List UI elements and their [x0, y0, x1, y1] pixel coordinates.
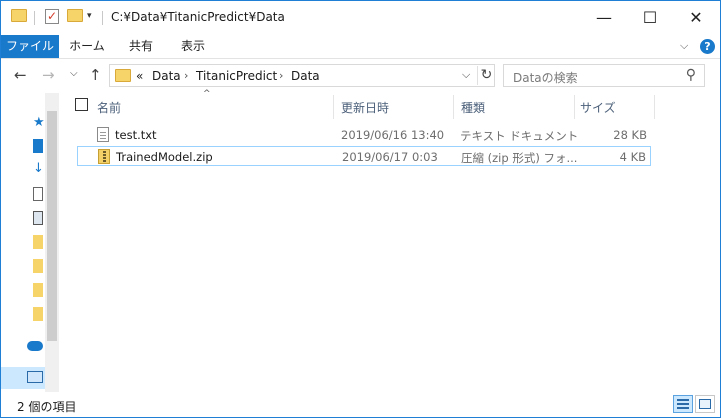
column-type[interactable]: 種類 [461, 99, 485, 116]
title-bar: ✓ ▾ C:¥Data¥TitanicPredict¥Data — ☐ ✕ [1, 1, 720, 35]
column-divider[interactable] [453, 95, 454, 119]
breadcrumb-separator[interactable]: › [184, 69, 188, 82]
onedrive-icon[interactable] [27, 341, 43, 351]
quick-access-dropdown-icon[interactable]: ▾ [87, 11, 92, 21]
properties-icon[interactable]: ✓ [45, 9, 59, 24]
search-box[interactable]: Dataの検索 ⚲ [503, 64, 705, 87]
column-size[interactable]: サイズ [580, 99, 616, 116]
text-file-icon [97, 127, 109, 142]
this-pc-icon[interactable] [27, 371, 43, 383]
window-title: C:¥Data¥TitanicPredict¥Data [111, 10, 285, 24]
column-divider[interactable] [333, 95, 334, 119]
sort-ascending-icon: ^ [203, 89, 211, 99]
minimize-button[interactable]: — [581, 1, 627, 35]
file-type: 圧縮 (zip 形式) フォ... [461, 151, 578, 165]
folder-icon [115, 69, 131, 82]
search-input[interactable]: Dataの検索 [513, 69, 578, 86]
file-date: 2019/06/17 0:03 [342, 150, 438, 164]
quick-access-icon[interactable]: ★ [33, 115, 45, 130]
tab-share[interactable]: 共有 [119, 35, 163, 58]
file-row[interactable]: test.txt 2019/06/16 13:40 テキスト ドキュメント 28… [77, 125, 651, 145]
nav-scrollbar-thumb[interactable] [47, 111, 57, 341]
forward-icon[interactable]: → [42, 66, 55, 84]
folder-icon [11, 9, 27, 22]
column-date[interactable]: 更新日時 [341, 99, 389, 116]
file-row-selected[interactable]: TrainedModel.zip 2019/06/17 0:03 圧縮 (zip… [77, 146, 651, 166]
file-name[interactable]: TrainedModel.zip [116, 150, 213, 164]
select-all-checkbox[interactable] [75, 98, 88, 111]
column-divider[interactable] [654, 95, 655, 119]
back-icon[interactable]: ← [14, 66, 27, 84]
file-size: 4 KB [619, 150, 646, 164]
expand-ribbon-icon[interactable]: ⌵ [680, 39, 688, 53]
file-size: 28 KB [613, 128, 647, 142]
address-dropdown-icon[interactable]: ⌵ [462, 68, 470, 82]
folder-icon[interactable] [33, 259, 43, 273]
divider [34, 11, 35, 25]
file-type: テキスト ドキュメント [460, 129, 579, 143]
maximize-button[interactable]: ☐ [627, 1, 673, 35]
breadcrumb-data[interactable]: Data [291, 69, 320, 83]
tab-file[interactable]: ファイル [1, 35, 59, 58]
item-count: 2 個の項目 [17, 400, 77, 414]
breadcrumb-titanicpredict[interactable]: TitanicPredict [196, 69, 277, 83]
navigation-bar: ← → ⌵ ↑ « Data › TitanicPredict › Data ⌵… [1, 59, 720, 93]
ribbon-tabs: ファイル ホーム 共有 表示 ⌵ ? [1, 35, 720, 59]
new-folder-icon[interactable] [67, 9, 83, 22]
close-button[interactable]: ✕ [673, 1, 719, 35]
tab-view[interactable]: 表示 [171, 35, 215, 58]
breadcrumb-separator[interactable]: › [279, 69, 283, 82]
column-name[interactable]: 名前 [97, 99, 121, 116]
zip-file-icon [98, 149, 110, 164]
up-icon[interactable]: ↑ [89, 66, 102, 84]
downloads-icon[interactable]: ↓ [33, 161, 44, 176]
folder-icon[interactable] [33, 307, 43, 321]
folder-icon[interactable] [33, 235, 43, 249]
divider [102, 11, 103, 25]
column-divider[interactable] [574, 95, 575, 119]
desktop-icon[interactable] [33, 139, 43, 153]
address-bar[interactable]: « Data › TitanicPredict › Data ⌵ ↻ [109, 64, 495, 87]
pictures-icon[interactable] [33, 211, 43, 225]
folder-icon[interactable] [33, 283, 43, 297]
column-header: ^ 名前 更新日時 種類 サイズ [73, 89, 659, 121]
explorer-window: ✓ ▾ C:¥Data¥TitanicPredict¥Data — ☐ ✕ ファ… [0, 0, 721, 418]
refresh-icon[interactable]: ↻ [477, 66, 495, 85]
status-bar: 2 個の項目 [1, 392, 720, 417]
navigation-pane: ★ ↓ [1, 93, 59, 392]
breadcrumb-data-root[interactable]: Data [152, 69, 181, 83]
file-date: 2019/06/16 13:40 [341, 128, 445, 142]
documents-icon[interactable] [33, 187, 43, 201]
search-icon[interactable]: ⚲ [686, 67, 696, 83]
large-icons-view-button[interactable] [695, 395, 715, 413]
recent-locations-icon[interactable]: ⌵ [70, 68, 78, 79]
tab-home[interactable]: ホーム [63, 35, 111, 58]
file-name[interactable]: test.txt [115, 128, 157, 142]
help-icon[interactable]: ? [700, 39, 715, 54]
breadcrumb-overflow[interactable]: « [136, 69, 143, 83]
details-view-button[interactable] [673, 395, 693, 413]
